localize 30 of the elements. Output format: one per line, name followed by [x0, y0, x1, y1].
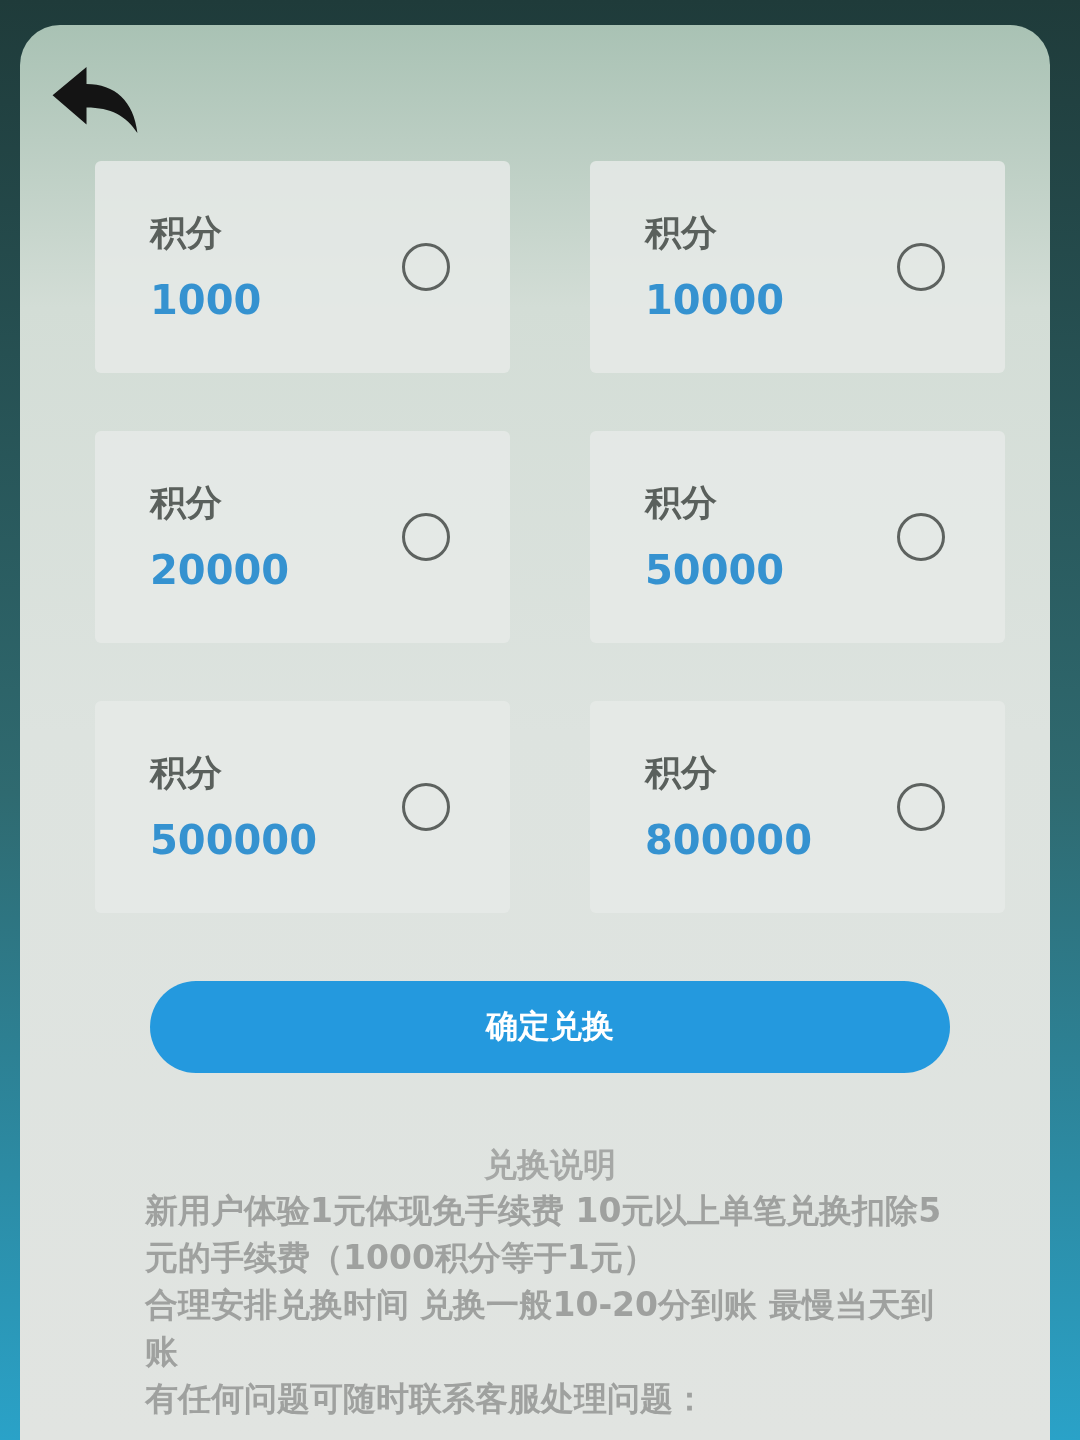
- points-option-card[interactable]: 积分 10000: [590, 161, 1005, 373]
- back-icon[interactable]: [52, 67, 138, 133]
- option-label: 积分: [645, 481, 718, 525]
- radio-button[interactable]: [402, 513, 450, 561]
- option-label: 积分: [150, 481, 223, 525]
- points-option-card[interactable]: 积分 20000: [95, 431, 510, 643]
- points-option-card[interactable]: 积分 50000: [590, 431, 1005, 643]
- points-value: 20000: [150, 547, 290, 593]
- radio-button[interactable]: [402, 783, 450, 831]
- option-label: 积分: [150, 211, 223, 255]
- notes-title: 兑换说明: [483, 1144, 617, 1186]
- notes-paragraph: 新用户体验1元体现免手续费 10元以上单笔兑换扣除5元的手续费（1000积分等于1元）: [145, 1190, 943, 1279]
- radio-button[interactable]: [897, 783, 945, 831]
- notes-paragraph: 合理安排兑换时间 兑换一般10-20分到账 最慢当天到账: [145, 1284, 935, 1373]
- points-value: 500000: [150, 817, 317, 863]
- confirm-exchange-button[interactable]: 确定兑换: [150, 981, 950, 1073]
- radio-button[interactable]: [402, 243, 450, 291]
- points-option-card[interactable]: 积分 800000: [590, 701, 1005, 913]
- points-option-card[interactable]: 积分 1000: [95, 161, 510, 373]
- option-label: 积分: [150, 751, 223, 795]
- radio-button[interactable]: [897, 243, 945, 291]
- points-option-card[interactable]: 积分 500000: [95, 701, 510, 913]
- points-value: 50000: [645, 547, 785, 593]
- option-label: 积分: [645, 751, 718, 795]
- option-label: 积分: [645, 211, 718, 255]
- points-value: 1000: [150, 277, 262, 323]
- radio-button[interactable]: [897, 513, 945, 561]
- points-value: 10000: [645, 277, 785, 323]
- notes-paragraph: 有任何问题可随时联系客服处理问题：: [145, 1378, 707, 1420]
- points-value: 800000: [645, 817, 812, 863]
